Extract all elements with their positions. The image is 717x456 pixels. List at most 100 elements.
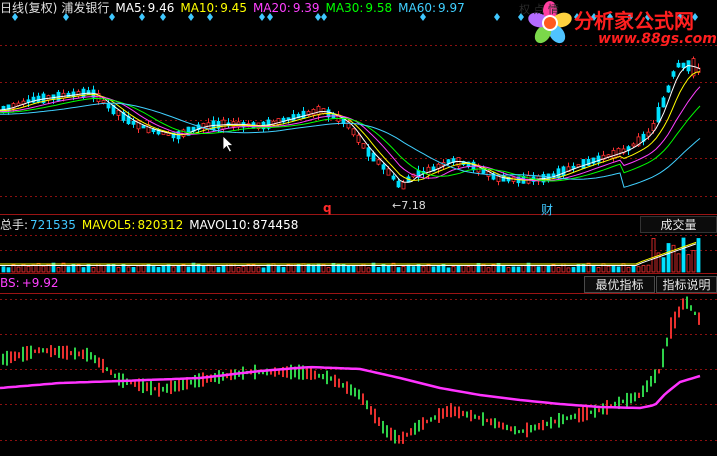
volume-bar bbox=[166, 264, 171, 273]
volume-bar bbox=[66, 266, 71, 273]
price-candle bbox=[101, 100, 106, 104]
volume-bar bbox=[451, 266, 456, 273]
site-name: 分析家公式网 bbox=[574, 9, 694, 33]
stock-name: 浦发银行 bbox=[61, 1, 110, 15]
site-url: www.88gs.com bbox=[598, 31, 717, 47]
volume-bar bbox=[366, 267, 371, 273]
volume-bar bbox=[56, 267, 61, 273]
volume-bar bbox=[171, 266, 176, 273]
volume-bar bbox=[591, 265, 596, 273]
low-price-value: 7.18 bbox=[401, 199, 426, 212]
price-candle bbox=[291, 114, 296, 121]
price-candle bbox=[401, 181, 406, 190]
volume-bar bbox=[346, 265, 351, 273]
volume-bars bbox=[0, 237, 701, 273]
price-candle bbox=[631, 143, 636, 147]
volume-legend: 总手: 721535 MAVOL5: 820312 MAVOL10: 874458 bbox=[0, 218, 304, 232]
price-candle bbox=[381, 164, 386, 170]
price-candle bbox=[366, 147, 371, 157]
volume-bar bbox=[41, 265, 46, 273]
volume-bar bbox=[206, 264, 211, 273]
volume-bar bbox=[686, 254, 691, 273]
volume-bar bbox=[211, 265, 216, 273]
volume-bar bbox=[461, 265, 466, 273]
volume-bar bbox=[261, 267, 266, 273]
price-candle bbox=[106, 102, 111, 109]
indicator-value: +9.92 bbox=[21, 276, 59, 290]
volume-bar bbox=[356, 265, 361, 273]
volume-bar bbox=[421, 266, 426, 273]
price-candle bbox=[616, 148, 621, 158]
volume-bar bbox=[596, 267, 601, 273]
indicator-bars bbox=[2, 296, 700, 444]
volume-bar bbox=[646, 264, 651, 273]
mavol10-line bbox=[0, 243, 697, 266]
volume-bar bbox=[386, 265, 391, 273]
ma60-value: 9.97 bbox=[438, 1, 465, 15]
price-candle bbox=[376, 159, 381, 165]
event-diamond-icon bbox=[494, 13, 500, 21]
volume-bar bbox=[301, 263, 306, 273]
price-candle bbox=[656, 107, 661, 123]
volume-bar bbox=[216, 266, 221, 273]
volume-bar bbox=[311, 264, 316, 273]
volume-indicator-dropdown[interactable]: 成交量 bbox=[640, 216, 717, 233]
price-candle bbox=[581, 159, 586, 169]
event-mark-financial[interactable]: 财 bbox=[541, 201, 553, 218]
best-indicator-button[interactable]: 最优指标 bbox=[584, 276, 655, 293]
volume-bar bbox=[456, 265, 461, 273]
volume-bar bbox=[446, 267, 451, 273]
volume-bar bbox=[666, 243, 671, 273]
volume-bar bbox=[586, 262, 591, 273]
volume-bar bbox=[236, 267, 241, 273]
volume-bar bbox=[681, 237, 686, 273]
ma30-label: MA30: bbox=[325, 1, 364, 15]
volume-bar bbox=[151, 266, 156, 273]
price-candle bbox=[351, 128, 356, 136]
price-candle bbox=[321, 108, 326, 114]
volume-bar bbox=[326, 267, 331, 273]
volume-bar bbox=[411, 266, 416, 273]
volume-bar bbox=[31, 264, 36, 273]
price-candle bbox=[561, 166, 566, 176]
volume-bar bbox=[331, 262, 336, 273]
volume-bar bbox=[431, 266, 436, 273]
volume-bar bbox=[436, 265, 441, 273]
volume-bar bbox=[671, 244, 676, 273]
watermark-ghost-text: 权 点 情 bbox=[519, 3, 559, 16]
volume-bar bbox=[16, 266, 21, 273]
ma5-value: 9.46 bbox=[147, 1, 175, 15]
price-candle bbox=[116, 109, 121, 116]
volume-bar bbox=[541, 265, 546, 273]
volume-bar bbox=[201, 265, 206, 273]
ma20-label: MA20: bbox=[252, 1, 291, 15]
indicator-description-button[interactable]: 指标说明 bbox=[656, 276, 717, 293]
price-candle bbox=[611, 150, 616, 159]
volume-bar bbox=[531, 265, 536, 273]
volume-bar bbox=[391, 262, 396, 273]
event-mark-q[interactable]: q bbox=[323, 201, 332, 215]
volume-bar bbox=[616, 266, 621, 273]
volume-bar bbox=[621, 263, 626, 273]
volume-bar bbox=[406, 264, 411, 273]
price-candle bbox=[386, 168, 391, 176]
volume-bar bbox=[496, 263, 501, 273]
total-volume-label: 总手: bbox=[0, 218, 29, 232]
volume-bar bbox=[601, 263, 606, 273]
price-candle bbox=[86, 90, 91, 95]
price-candle bbox=[301, 110, 306, 119]
price-candle bbox=[446, 159, 451, 164]
price-candle bbox=[671, 71, 676, 77]
volume-bar bbox=[26, 265, 31, 273]
mouse-cursor-icon bbox=[222, 135, 234, 153]
ma20-value: 9.39 bbox=[292, 1, 320, 15]
volume-bar bbox=[401, 266, 406, 273]
volume-bar bbox=[266, 264, 271, 273]
price-candle bbox=[141, 125, 146, 129]
volume-bar bbox=[156, 267, 161, 273]
volume-bar bbox=[466, 266, 471, 273]
price-candle bbox=[666, 85, 671, 93]
volume-bar bbox=[511, 266, 516, 273]
volume-bar bbox=[631, 265, 636, 273]
price-candle bbox=[676, 62, 681, 68]
